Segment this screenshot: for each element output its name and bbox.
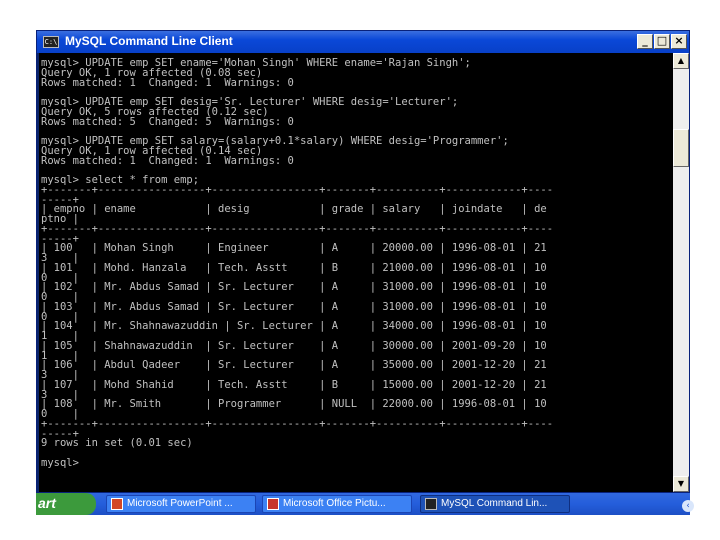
close-button[interactable]: × <box>671 34 687 49</box>
console-line: | 104 | Mr. Shahnawazuddin | Sr. Lecture… <box>41 320 547 333</box>
console-line: Rows matched: 1 Changed: 1 Warnings: 0 <box>41 154 294 167</box>
mysql-window: C:\ MySQL Command Line Client _ □ × mysq… <box>36 30 690 493</box>
console-line: +-------+-----------------+-------------… <box>41 183 554 196</box>
taskbar-item-mysql[interactable]: MySQL Command Lin... <box>420 495 570 513</box>
taskbar-item-label: Microsoft Office Pictu... <box>283 498 386 509</box>
console-line: | 105 | Shahnawazuddin | Sr. Lecturer | … <box>41 339 547 352</box>
start-label: art <box>38 495 56 511</box>
start-button[interactable]: art <box>36 493 96 515</box>
taskbar-item-label: Microsoft PowerPoint ... <box>127 498 233 509</box>
console-line: | 107 | Mohd Shahid | Tech. Asstt | B | … <box>41 378 547 391</box>
scroll-thumb[interactable] <box>673 129 689 167</box>
console-icon <box>425 498 437 510</box>
scroll-up-icon[interactable]: ▲ <box>673 53 689 69</box>
console-line: mysql> <box>41 456 79 469</box>
console-line: 9 rows in set (0.01 sec) <box>41 437 193 450</box>
notification-arrow-icon[interactable]: ‹ <box>682 500 694 512</box>
console-line: | 102 | Mr. Abdus Samad | Sr. Lecturer |… <box>41 281 547 294</box>
console-line: +-------+-----------------+-------------… <box>41 417 554 430</box>
console-line: | 100 | Mohan Singh | Engineer | A | 200… <box>41 242 547 255</box>
console-line: +-------+-----------------+-------------… <box>41 222 554 235</box>
taskbar-item-picture-manager[interactable]: Microsoft Office Pictu... <box>262 495 412 513</box>
powerpoint-icon <box>111 498 123 510</box>
console-line: | empno | ename | desig | grade | salary… <box>41 203 547 216</box>
maximize-button[interactable]: □ <box>654 34 670 49</box>
title-bar[interactable]: C:\ MySQL Command Line Client _ □ × <box>37 31 689 53</box>
console-line: Rows matched: 1 Changed: 1 Warnings: 0 <box>41 76 294 89</box>
console-line: | 101 | Mohd. Hanzala | Tech. Asstt | B … <box>41 261 547 274</box>
minimize-button[interactable]: _ <box>637 34 653 49</box>
taskbar: art Microsoft PowerPoint ... Microsoft O… <box>36 493 690 515</box>
console-line: | 108 | Mr. Smith | Programmer | NULL | … <box>41 398 547 411</box>
console-line: Rows matched: 5 Changed: 5 Warnings: 0 <box>41 115 294 128</box>
console-icon: C:\ <box>43 36 59 48</box>
console-output[interactable]: mysql> UPDATE emp SET ename='Mohan Singh… <box>39 53 673 492</box>
taskbar-item-label: MySQL Command Lin... <box>441 498 548 509</box>
scroll-down-icon[interactable]: ▼ <box>673 476 689 492</box>
window-title: MySQL Command Line Client <box>65 34 233 48</box>
picture-manager-icon <box>267 498 279 510</box>
console-line: | 103 | Mr. Abdus Samad | Sr. Lecturer |… <box>41 300 547 313</box>
vertical-scrollbar[interactable]: ▲ ▼ <box>673 53 689 492</box>
taskbar-item-powerpoint[interactable]: Microsoft PowerPoint ... <box>106 495 256 513</box>
console-line: | 106 | Abdul Qadeer | Sr. Lecturer | A … <box>41 359 547 372</box>
